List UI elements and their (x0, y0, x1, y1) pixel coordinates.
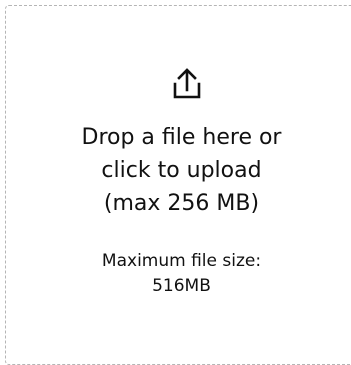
upload-prompt-line-2: click to upload (101, 158, 262, 183)
max-file-size-label: Maximum file size: (101, 251, 262, 271)
file-dropzone[interactable]: Drop a file here or click to upload (max… (5, 5, 351, 365)
upload-icon (173, 68, 201, 99)
upload-prompt: Drop a file here or click to upload (max… (6, 121, 351, 220)
upload-prompt-line-1: Drop a file here or (81, 125, 282, 150)
max-file-size-note: Maximum file size: 516MB (6, 249, 351, 299)
upload-prompt-line-3: (max 256 MB) (103, 191, 260, 216)
max-file-size-value: 516MB (152, 276, 211, 296)
